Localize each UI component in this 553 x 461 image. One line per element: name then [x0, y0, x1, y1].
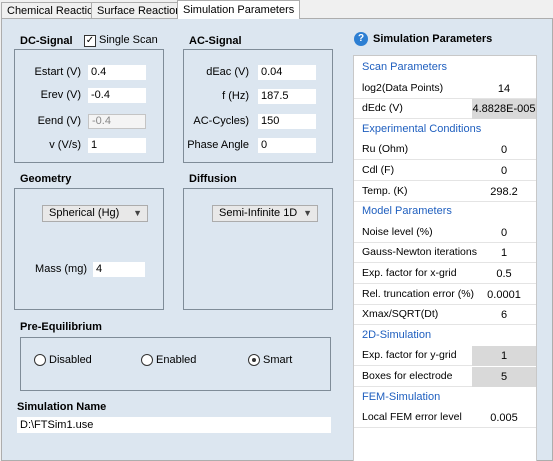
param-value[interactable]: 0.5: [472, 264, 536, 284]
geometry-selected: Spherical (Hg): [49, 207, 120, 219]
radio-enabled[interactable]: [141, 354, 153, 366]
phase-angle-label: Phase Angle: [187, 139, 249, 151]
radio-smart-label: Smart: [263, 354, 293, 366]
param-value[interactable]: 5: [472, 367, 536, 387]
estart-field[interactable]: 0.4: [88, 65, 146, 80]
param-value[interactable]: 1: [472, 243, 536, 263]
sim-params-section-header: Experimental Conditions: [354, 120, 536, 140]
sim-params-row[interactable]: Exp. factor for x-grid 0.5: [354, 264, 536, 284]
param-name: Noise level (%): [362, 225, 433, 238]
simulation-name-title: Simulation Name: [17, 401, 107, 413]
diffusion-dropdown[interactable]: Semi-Infinite 1D ▼: [212, 205, 318, 222]
chevron-down-icon: ▼: [303, 208, 312, 218]
pre-equilibrium-title: Pre-Equilibrium: [20, 321, 102, 333]
param-name: Temp. (K): [362, 184, 408, 197]
sim-params-row[interactable]: Rel. truncation error (%) 0.0001: [354, 285, 536, 305]
section-header-label: 2D-Simulation: [362, 328, 432, 341]
help-icon[interactable]: ?: [354, 32, 368, 46]
eend-field[interactable]: -0.4: [88, 114, 146, 129]
frequency-label: f (Hz): [222, 90, 249, 102]
param-value[interactable]: 4.8828E-005: [472, 99, 536, 120]
param-value[interactable]: 0: [472, 161, 536, 181]
sim-params-table: Scan Parameters log2(Data Points) 14 dEdc (…: [353, 55, 537, 461]
param-name: Xmax/SQRT(Dt): [362, 308, 439, 321]
ac-signal-title: AC-Signal: [189, 35, 242, 47]
section-header-label: FEM-Simulation: [362, 390, 441, 403]
ac-cycles-label: AC-Cycles): [193, 115, 249, 127]
scan-rate-field[interactable]: 1: [88, 138, 146, 153]
check-icon: ✓: [85, 35, 95, 46]
sim-params-section-header: Model Parameters: [354, 202, 536, 222]
sim-params-row[interactable]: Cdl (F) 0: [354, 161, 536, 181]
sim-params-row[interactable]: Exp. factor for y-grid 1: [354, 346, 536, 367]
sim-params-row[interactable]: Boxes for electrode 5: [354, 367, 536, 387]
sim-params-row[interactable]: Temp. (K) 298.2: [354, 182, 536, 202]
scan-rate-label: v (V/s): [49, 139, 81, 151]
section-header-label: Experimental Conditions: [362, 122, 482, 135]
sim-params-row[interactable]: Noise level (%) 0: [354, 223, 536, 243]
radio-selected-dot: [252, 358, 256, 362]
param-value[interactable]: 0: [472, 140, 536, 160]
tab-simulation-parameters[interactable]: Simulation Parameters: [177, 0, 301, 19]
tab-strip: Chemical Reactions Surface Reactions Sim…: [0, 0, 553, 19]
ac-cycles-field[interactable]: 150: [258, 114, 316, 129]
param-name: Exp. factor for x-grid: [362, 267, 457, 279]
section-header-label: Scan Parameters: [362, 61, 447, 73]
param-value[interactable]: 0: [472, 223, 536, 243]
erev-field[interactable]: -0.4: [88, 88, 146, 103]
param-value[interactable]: 298.2: [472, 182, 536, 202]
sim-params-row[interactable]: Ru (Ohm) 0: [354, 140, 536, 161]
radio-disabled-label: Disabled: [49, 354, 92, 366]
sim-params-row[interactable]: log2(Data Points) 14: [354, 79, 536, 99]
sim-params-section-header: Scan Parameters: [354, 58, 536, 78]
sim-params-section-header: 2D-Simulation: [354, 326, 536, 346]
geometry-title: Geometry: [20, 173, 72, 185]
sim-params-section-header: FEM-Simulation: [354, 388, 536, 408]
param-value[interactable]: 6: [472, 305, 536, 325]
sim-params-title: Simulation Parameters: [373, 33, 493, 45]
simulation-name-field[interactable]: D:\FTSim1.use: [17, 417, 331, 433]
diffusion-selected: Semi-Infinite 1D: [219, 207, 298, 219]
deac-label: dEac (V): [206, 66, 249, 78]
param-name: Ru (Ohm): [362, 143, 409, 156]
param-name: dEdc (V): [362, 102, 403, 115]
diffusion-title: Diffusion: [189, 173, 237, 185]
param-value[interactable]: 14: [472, 79, 536, 99]
param-value[interactable]: 0.0001: [472, 285, 536, 305]
param-name: Boxes for electrode: [362, 370, 453, 382]
frequency-field[interactable]: 187.5: [258, 89, 316, 104]
sim-params-row[interactable]: Gauss-Newton iterations 1: [354, 243, 536, 264]
param-value[interactable]: 0.005: [472, 408, 536, 428]
param-name: Gauss-Newton iterations: [362, 246, 477, 259]
mass-field[interactable]: 4: [93, 262, 145, 277]
single-scan-checkbox[interactable]: ✓: [84, 35, 96, 47]
sim-params-row[interactable]: Xmax/SQRT(Dt) 6: [354, 305, 536, 326]
param-name: log2(Data Points): [362, 81, 444, 94]
param-name: Cdl (F): [362, 164, 395, 176]
estart-label: Estart (V): [34, 66, 81, 78]
eend-label: Eend (V): [37, 115, 81, 127]
deac-field[interactable]: 0.04: [258, 65, 316, 80]
param-name: Local FEM error level: [362, 411, 462, 424]
simulation-parameters-panel: DC-Signal ✓ Single Scan Estart (V) 0.4 E…: [1, 18, 553, 461]
geometry-dropdown[interactable]: Spherical (Hg) ▼: [42, 205, 148, 222]
param-name: Exp. factor for y-grid: [362, 349, 457, 362]
param-name: Rel. truncation error (%): [362, 287, 475, 300]
phase-angle-field[interactable]: 0: [258, 138, 316, 153]
radio-enabled-label: Enabled: [156, 354, 197, 366]
single-scan-label: Single Scan: [99, 34, 158, 46]
dc-signal-title: DC-Signal: [20, 35, 73, 47]
param-value[interactable]: 1: [472, 346, 536, 367]
chevron-down-icon: ▼: [133, 208, 142, 218]
mass-label: Mass (mg): [35, 263, 87, 275]
radio-smart[interactable]: [248, 354, 260, 366]
sim-params-row[interactable]: dEdc (V) 4.8828E-005: [354, 99, 536, 120]
erev-label: Erev (V): [40, 89, 81, 101]
sim-params-row[interactable]: Local FEM error level 0.005: [354, 408, 536, 429]
section-header-label: Model Parameters: [362, 205, 452, 218]
radio-disabled[interactable]: [34, 354, 46, 366]
